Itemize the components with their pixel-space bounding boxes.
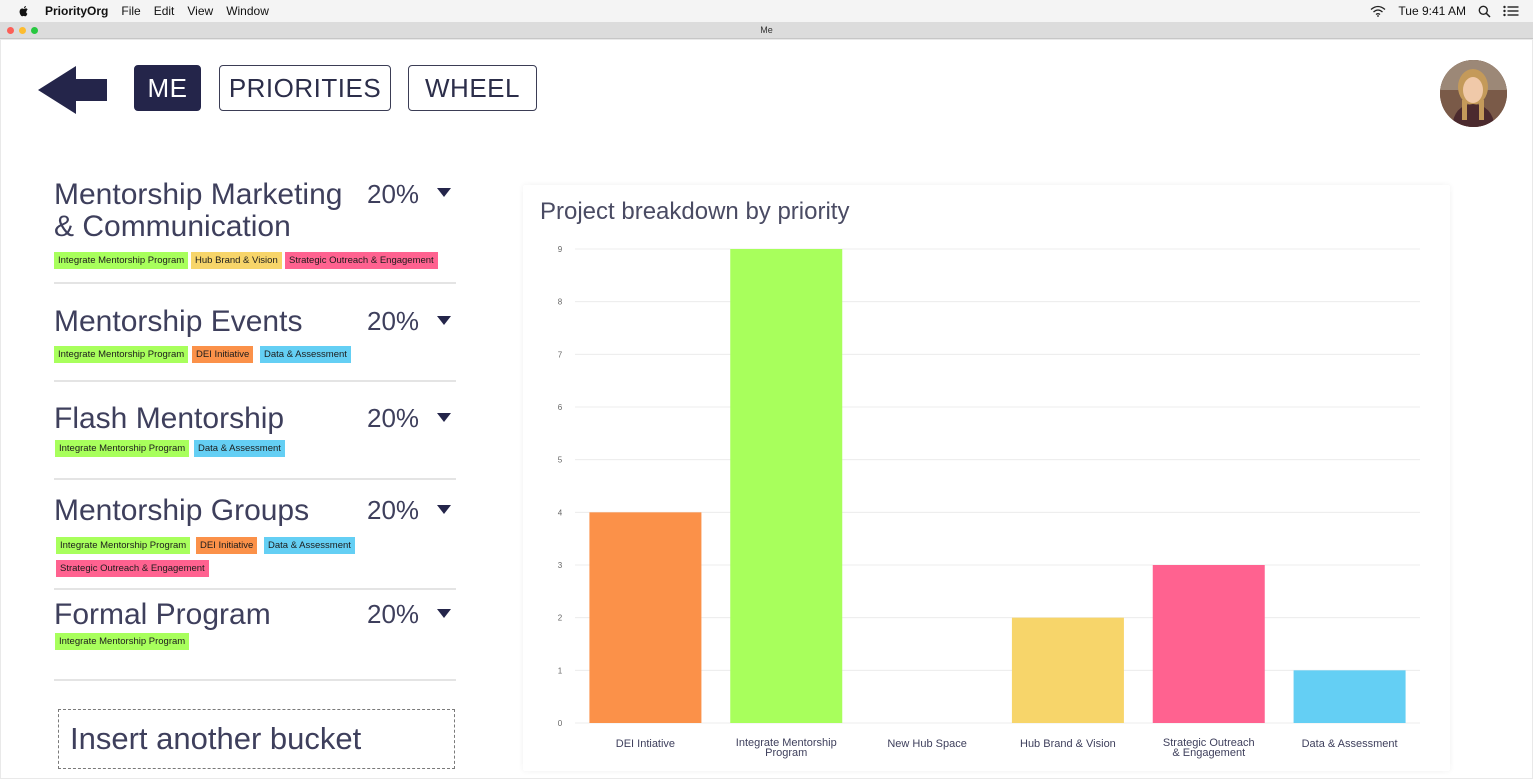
app-menu[interactable]: PriorityOrg bbox=[45, 4, 108, 18]
tag-data-assessment[interactable]: Data & Assessment bbox=[264, 537, 355, 554]
search-icon[interactable] bbox=[1478, 5, 1491, 18]
divider bbox=[54, 282, 456, 284]
tag-integrate-mentorship[interactable]: Integrate Mentorship Program bbox=[55, 440, 190, 457]
tag-dei-initiative[interactable]: DEI Initiative bbox=[192, 346, 254, 363]
wifi-icon[interactable] bbox=[1370, 5, 1386, 17]
bucket-percent[interactable]: 20% bbox=[367, 306, 419, 337]
tag-hub-brand[interactable]: Hub Brand & Vision bbox=[191, 252, 282, 269]
zoom-window-button[interactable] bbox=[31, 27, 38, 34]
bucket-title: Mentorship Marketing & Communication bbox=[54, 179, 342, 243]
menu-view[interactable]: View bbox=[187, 4, 213, 18]
bucket-percent[interactable]: 20% bbox=[367, 179, 419, 210]
divider bbox=[54, 679, 456, 681]
apple-icon[interactable] bbox=[17, 4, 31, 18]
tab-priorities[interactable]: PRIORITIES bbox=[219, 65, 391, 111]
bucket-title-line2: & Communication bbox=[54, 210, 291, 243]
window-title: Me bbox=[760, 25, 773, 35]
user-avatar[interactable] bbox=[1440, 60, 1507, 127]
divider bbox=[54, 380, 456, 382]
tab-me[interactable]: ME bbox=[134, 65, 201, 111]
chart-title: Project breakdown by priority bbox=[540, 198, 850, 225]
chevron-down-icon[interactable] bbox=[437, 316, 451, 325]
divider bbox=[54, 588, 456, 590]
tag-integrate-mentorship[interactable]: Integrate Mentorship Program bbox=[55, 633, 190, 650]
bucket-title-line1: Mentorship Marketing bbox=[54, 178, 343, 211]
chevron-down-icon[interactable] bbox=[437, 609, 451, 618]
tag-strategic-outreach[interactable]: Strategic Outreach & Engagement bbox=[56, 560, 209, 577]
window-title-bar: Me bbox=[0, 22, 1533, 39]
menu-window[interactable]: Window bbox=[226, 4, 269, 18]
bucket-title: Mentorship Groups bbox=[54, 494, 310, 527]
tag-data-assessment[interactable]: Data & Assessment bbox=[194, 440, 285, 457]
chevron-down-icon[interactable] bbox=[437, 505, 451, 514]
close-window-button[interactable] bbox=[7, 27, 14, 34]
bucket-percent[interactable]: 20% bbox=[367, 599, 419, 630]
tag-strategic-outreach[interactable]: Strategic Outreach & Engagement bbox=[285, 252, 438, 269]
bucket-title: Flash Mentorship bbox=[54, 402, 285, 435]
chart-card bbox=[523, 185, 1450, 771]
clock[interactable]: Tue 9:41 AM bbox=[1398, 4, 1466, 18]
tag-integrate-mentorship[interactable]: Integrate Mentorship Program bbox=[54, 252, 189, 269]
notification-center-icon[interactable] bbox=[1503, 5, 1519, 17]
bucket-percent[interactable]: 20% bbox=[367, 403, 419, 434]
bucket-percent[interactable]: 20% bbox=[367, 495, 419, 526]
chevron-down-icon[interactable] bbox=[437, 188, 451, 197]
tag-integrate-mentorship[interactable]: Integrate Mentorship Program bbox=[56, 537, 191, 554]
tag-dei-initiative[interactable]: DEI Initiative bbox=[196, 537, 258, 554]
tag-integrate-mentorship[interactable]: Integrate Mentorship Program bbox=[54, 346, 189, 363]
bucket-title: Formal Program bbox=[54, 598, 271, 631]
bucket-title: Mentorship Events bbox=[54, 305, 303, 338]
menu-edit[interactable]: Edit bbox=[154, 4, 175, 18]
tab-wheel[interactable]: WHEEL bbox=[408, 65, 537, 111]
chevron-down-icon[interactable] bbox=[437, 413, 451, 422]
back-arrow-icon[interactable] bbox=[38, 66, 108, 114]
minimize-window-button[interactable] bbox=[19, 27, 26, 34]
tag-data-assessment[interactable]: Data & Assessment bbox=[260, 346, 351, 363]
menu-file[interactable]: File bbox=[121, 4, 140, 18]
divider bbox=[54, 478, 456, 480]
insert-bucket-button[interactable]: Insert another bucket bbox=[58, 709, 455, 769]
menu-bar: PriorityOrg File Edit View Window Tue 9:… bbox=[0, 0, 1533, 22]
